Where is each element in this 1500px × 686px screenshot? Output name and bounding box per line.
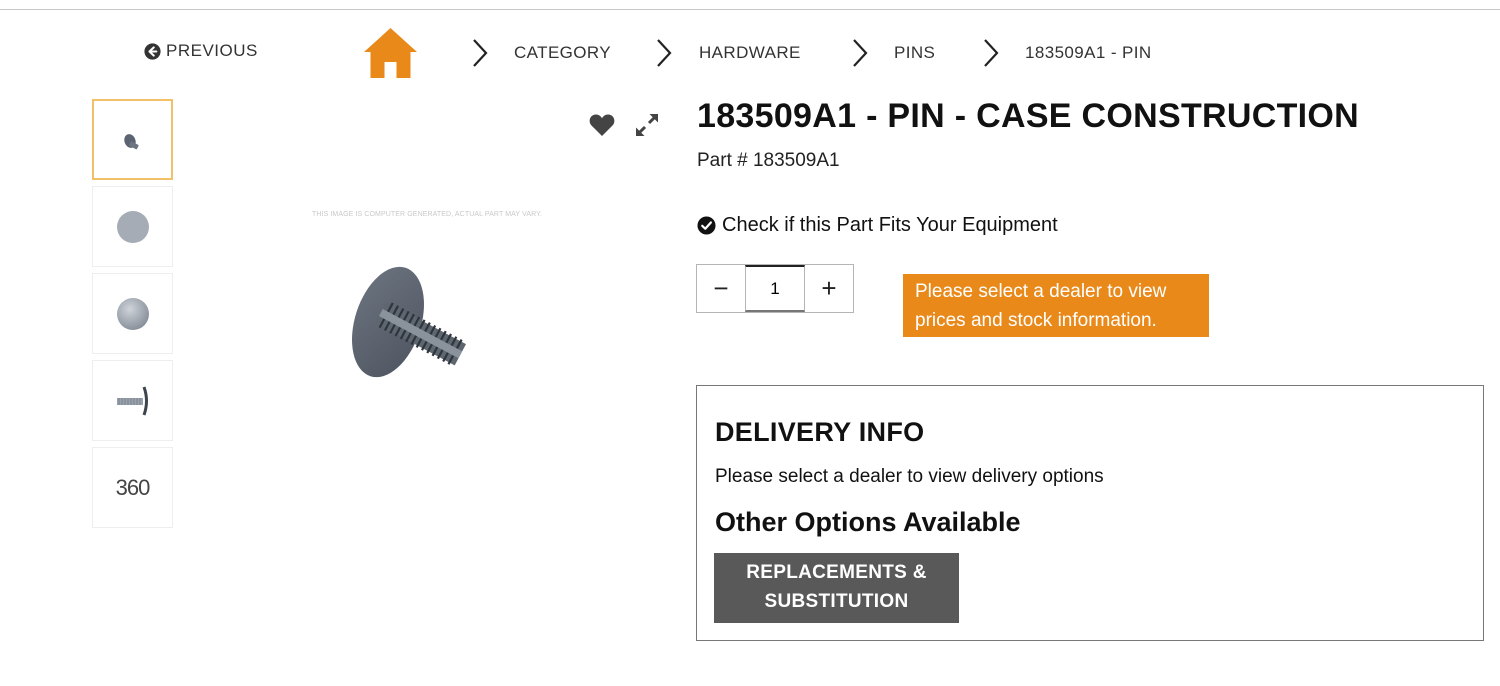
part-number: Part # 183509A1 (697, 150, 840, 171)
previous-link[interactable]: PREVIOUS (144, 41, 258, 61)
delivery-info-text: Please select a dealer to view delivery … (715, 466, 1104, 487)
other-options-title: Other Options Available (715, 507, 1021, 537)
pin-head-sphere-thumbnail-icon (116, 297, 149, 330)
thumbnail-4[interactable] (92, 360, 173, 441)
thumbnail-2[interactable] (92, 186, 173, 267)
home-icon[interactable] (362, 27, 419, 79)
previous-label: PREVIOUS (166, 41, 258, 60)
check-circle-icon (697, 216, 716, 235)
quantity-input[interactable] (745, 265, 805, 312)
chevron-right-icon (657, 39, 672, 67)
pin-product-image (352, 266, 466, 378)
top-divider (0, 9, 1500, 10)
thumbnail-3[interactable] (92, 273, 173, 354)
breadcrumb-current: 183509A1 - PIN (1025, 43, 1152, 62)
pin-head-front-thumbnail-icon (116, 210, 149, 243)
delivery-info-panel: DELIVERY INFO Please select a dealer to … (696, 385, 1484, 641)
image-disclaimer: THIS IMAGE IS COMPUTER GENERATED, ACTUAL… (312, 211, 543, 218)
thumbnail-360-label: 360 (115, 474, 151, 500)
replacements-button-line2: SUBSTITUTION (764, 591, 909, 612)
check-fit-label: Check if this Part Fits Your Equipment (722, 214, 1058, 236)
expand-icon[interactable] (634, 112, 660, 138)
quantity-increment-button[interactable]: + (805, 265, 853, 312)
dealer-price-notice: Please select a dealer to view prices an… (903, 274, 1209, 337)
thumbnail-1[interactable] (92, 99, 173, 180)
breadcrumb-category[interactable]: CATEGORY (514, 43, 611, 63)
heart-icon[interactable] (589, 113, 615, 137)
delivery-info-title: DELIVERY INFO (715, 417, 925, 447)
quantity-decrement-button[interactable]: − (697, 265, 745, 312)
product-title: 183509A1 - PIN - CASE CONSTRUCTION (697, 97, 1360, 135)
pin-side-thumbnail-icon (116, 385, 148, 416)
quantity-stepper: − + (696, 264, 854, 313)
breadcrumb-pins[interactable]: PINS (894, 43, 935, 63)
chevron-right-icon (473, 39, 488, 67)
chevron-right-icon (853, 39, 868, 67)
pin-angle-thumbnail-icon (123, 133, 139, 149)
chevron-right-icon (984, 39, 999, 67)
breadcrumb-hardware[interactable]: HARDWARE (699, 43, 801, 63)
check-fit-link[interactable]: Check if this Part Fits Your Equipment (697, 214, 1058, 237)
thumbnail-360[interactable]: 360 (92, 447, 173, 528)
arrow-left-circle-icon (144, 42, 161, 60)
replacements-substitution-button[interactable]: REPLACEMENTS & SUBSTITUTION (714, 553, 959, 623)
replacements-button-line1: REPLACEMENTS & (746, 562, 927, 583)
